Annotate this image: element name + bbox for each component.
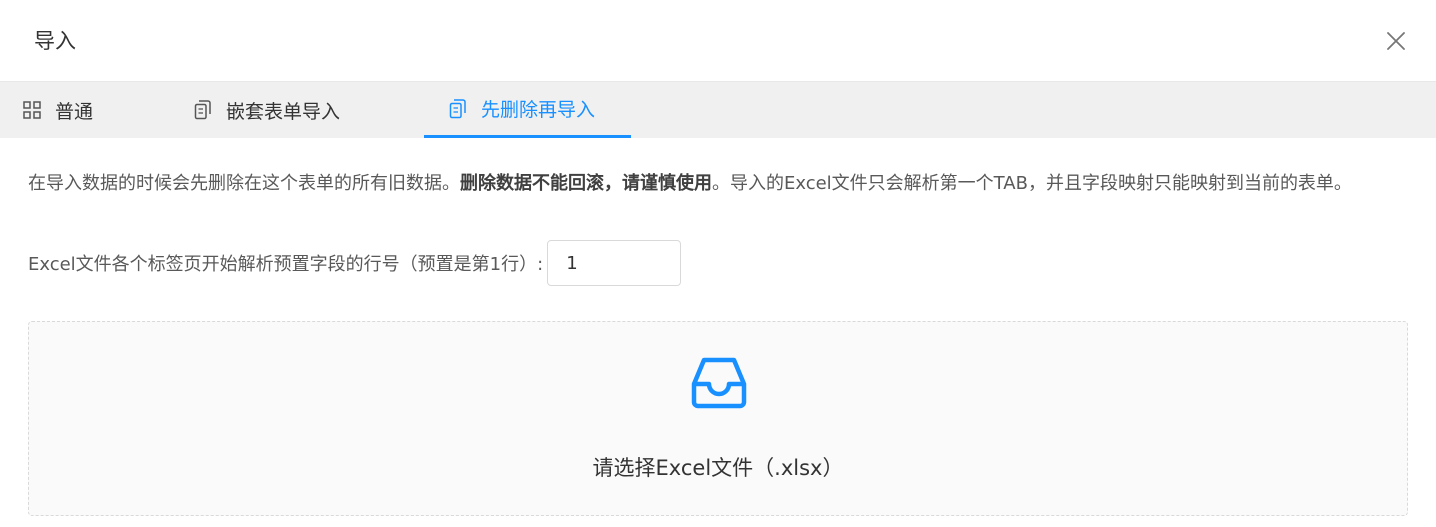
- tab-label: 嵌套表单导入: [226, 100, 341, 123]
- start-row-label: Excel文件各个标签页开始解析预置字段的行号（预置是第1行）:: [28, 254, 544, 275]
- import-dialog: 导入 普通 嵌套表单导入 先删除再导入 在导入数据的时候会先删除在这个表单的所有…: [0, 0, 1436, 527]
- tab-content: 在导入数据的时候会先删除在这个表单的所有旧数据。删除数据不能回滚，请谨慎使用。导…: [28, 138, 1408, 516]
- description-warning: 删除数据不能回滚，请谨慎使用: [460, 173, 712, 194]
- tab-nested-form-import[interactable]: 嵌套表单导入: [194, 82, 340, 138]
- tab-bar: 普通 嵌套表单导入 先删除再导入: [0, 82, 1436, 138]
- description-text: 在导入数据的时候会先删除在这个表单的所有旧数据。删除数据不能回滚，请谨慎使用。导…: [28, 169, 1398, 199]
- tab-delete-then-import[interactable]: 先删除再导入: [424, 82, 631, 138]
- inbox-icon: [690, 354, 748, 412]
- start-row-input[interactable]: [547, 240, 682, 286]
- dialog-title: 导入: [34, 29, 76, 53]
- tab-label: 先删除再导入: [481, 99, 596, 121]
- tab-label: 普通: [55, 100, 94, 123]
- grid-icon: [23, 100, 41, 120]
- description-part-2: 。导入的Excel文件只会解析第一个TAB，并且字段映射只能映射到当前的表单。: [712, 173, 1352, 194]
- description-part-1: 在导入数据的时候会先删除在这个表单的所有旧数据。: [28, 173, 460, 194]
- dialog-header: 导入: [0, 0, 1436, 82]
- copy-icon: [449, 98, 467, 119]
- upload-dropzone[interactable]: 请选择Excel文件（.xlsx）: [28, 321, 1408, 516]
- start-row-setting: Excel文件各个标签页开始解析预置字段的行号（预置是第1行）:: [28, 240, 682, 286]
- close-icon[interactable]: [1386, 31, 1406, 51]
- upload-hint: 请选择Excel文件（.xlsx）: [592, 456, 844, 480]
- copy-icon: [194, 100, 212, 120]
- tab-normal[interactable]: 普通: [23, 82, 93, 138]
